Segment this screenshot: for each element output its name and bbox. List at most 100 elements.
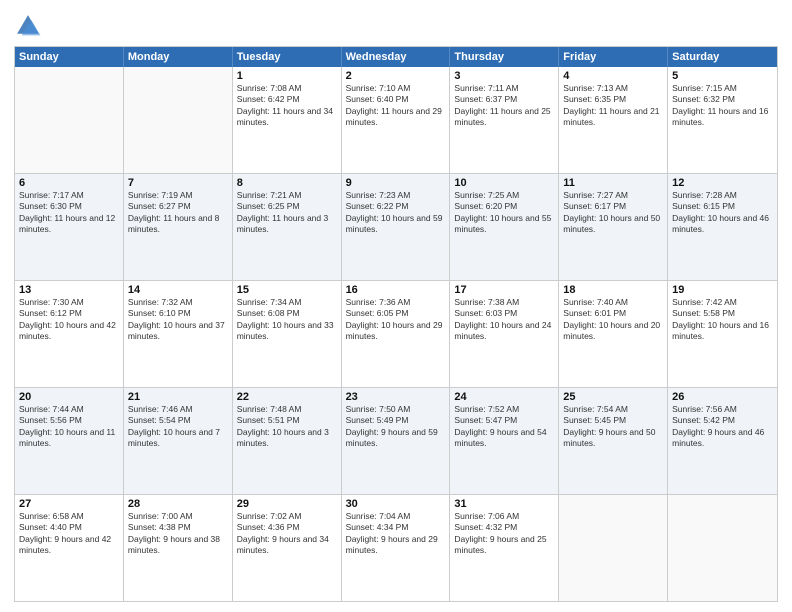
cal-header-day: Sunday	[15, 47, 124, 67]
cal-week-row: 13Sunrise: 7:30 AM Sunset: 6:12 PM Dayli…	[15, 280, 777, 387]
day-number: 8	[237, 177, 337, 189]
cell-info: Sunrise: 7:08 AM Sunset: 6:42 PM Dayligh…	[237, 83, 337, 129]
cal-cell: 12Sunrise: 7:28 AM Sunset: 6:15 PM Dayli…	[668, 174, 777, 280]
cal-header-day: Tuesday	[233, 47, 342, 67]
calendar-body: 1Sunrise: 7:08 AM Sunset: 6:42 PM Daylig…	[15, 67, 777, 601]
day-number: 12	[672, 177, 773, 189]
cal-cell: 3Sunrise: 7:11 AM Sunset: 6:37 PM Daylig…	[450, 67, 559, 173]
cell-info: Sunrise: 7:36 AM Sunset: 6:05 PM Dayligh…	[346, 297, 446, 343]
cell-info: Sunrise: 7:15 AM Sunset: 6:32 PM Dayligh…	[672, 83, 773, 129]
cell-info: Sunrise: 7:52 AM Sunset: 5:47 PM Dayligh…	[454, 404, 554, 450]
day-number: 26	[672, 391, 773, 403]
day-number: 30	[346, 498, 446, 510]
cal-cell: 24Sunrise: 7:52 AM Sunset: 5:47 PM Dayli…	[450, 388, 559, 494]
cal-header-day: Friday	[559, 47, 668, 67]
day-number: 16	[346, 284, 446, 296]
cal-cell: 4Sunrise: 7:13 AM Sunset: 6:35 PM Daylig…	[559, 67, 668, 173]
day-number: 3	[454, 70, 554, 82]
cell-info: Sunrise: 7:32 AM Sunset: 6:10 PM Dayligh…	[128, 297, 228, 343]
cal-cell-empty	[559, 495, 668, 601]
cell-info: Sunrise: 7:02 AM Sunset: 4:36 PM Dayligh…	[237, 511, 337, 557]
day-number: 25	[563, 391, 663, 403]
cell-info: Sunrise: 7:50 AM Sunset: 5:49 PM Dayligh…	[346, 404, 446, 450]
cell-info: Sunrise: 7:21 AM Sunset: 6:25 PM Dayligh…	[237, 190, 337, 236]
cal-cell: 23Sunrise: 7:50 AM Sunset: 5:49 PM Dayli…	[342, 388, 451, 494]
cell-info: Sunrise: 7:56 AM Sunset: 5:42 PM Dayligh…	[672, 404, 773, 450]
day-number: 20	[19, 391, 119, 403]
cal-cell-empty	[124, 67, 233, 173]
header	[14, 12, 778, 40]
cell-info: Sunrise: 7:11 AM Sunset: 6:37 PM Dayligh…	[454, 83, 554, 129]
cal-header-day: Saturday	[668, 47, 777, 67]
logo	[14, 12, 46, 40]
day-number: 11	[563, 177, 663, 189]
day-number: 18	[563, 284, 663, 296]
cal-week-row: 20Sunrise: 7:44 AM Sunset: 5:56 PM Dayli…	[15, 387, 777, 494]
cal-cell-empty	[668, 495, 777, 601]
cell-info: Sunrise: 6:58 AM Sunset: 4:40 PM Dayligh…	[19, 511, 119, 557]
cell-info: Sunrise: 7:40 AM Sunset: 6:01 PM Dayligh…	[563, 297, 663, 343]
cal-cell: 25Sunrise: 7:54 AM Sunset: 5:45 PM Dayli…	[559, 388, 668, 494]
cell-info: Sunrise: 7:34 AM Sunset: 6:08 PM Dayligh…	[237, 297, 337, 343]
logo-icon	[14, 12, 42, 40]
day-number: 17	[454, 284, 554, 296]
cal-cell: 28Sunrise: 7:00 AM Sunset: 4:38 PM Dayli…	[124, 495, 233, 601]
day-number: 1	[237, 70, 337, 82]
day-number: 29	[237, 498, 337, 510]
cal-cell: 17Sunrise: 7:38 AM Sunset: 6:03 PM Dayli…	[450, 281, 559, 387]
cell-info: Sunrise: 7:17 AM Sunset: 6:30 PM Dayligh…	[19, 190, 119, 236]
day-number: 31	[454, 498, 554, 510]
cell-info: Sunrise: 7:54 AM Sunset: 5:45 PM Dayligh…	[563, 404, 663, 450]
day-number: 28	[128, 498, 228, 510]
cal-cell: 16Sunrise: 7:36 AM Sunset: 6:05 PM Dayli…	[342, 281, 451, 387]
cal-cell: 2Sunrise: 7:10 AM Sunset: 6:40 PM Daylig…	[342, 67, 451, 173]
cal-header-day: Monday	[124, 47, 233, 67]
cell-info: Sunrise: 7:10 AM Sunset: 6:40 PM Dayligh…	[346, 83, 446, 129]
cell-info: Sunrise: 7:27 AM Sunset: 6:17 PM Dayligh…	[563, 190, 663, 236]
cell-info: Sunrise: 7:44 AM Sunset: 5:56 PM Dayligh…	[19, 404, 119, 450]
cal-cell: 9Sunrise: 7:23 AM Sunset: 6:22 PM Daylig…	[342, 174, 451, 280]
cal-cell-empty	[15, 67, 124, 173]
cal-cell: 10Sunrise: 7:25 AM Sunset: 6:20 PM Dayli…	[450, 174, 559, 280]
day-number: 19	[672, 284, 773, 296]
cal-cell: 6Sunrise: 7:17 AM Sunset: 6:30 PM Daylig…	[15, 174, 124, 280]
cal-header-day: Wednesday	[342, 47, 451, 67]
cell-info: Sunrise: 7:48 AM Sunset: 5:51 PM Dayligh…	[237, 404, 337, 450]
cal-week-row: 27Sunrise: 6:58 AM Sunset: 4:40 PM Dayli…	[15, 494, 777, 601]
cal-cell: 31Sunrise: 7:06 AM Sunset: 4:32 PM Dayli…	[450, 495, 559, 601]
day-number: 23	[346, 391, 446, 403]
cal-cell: 22Sunrise: 7:48 AM Sunset: 5:51 PM Dayli…	[233, 388, 342, 494]
cell-info: Sunrise: 7:42 AM Sunset: 5:58 PM Dayligh…	[672, 297, 773, 343]
cell-info: Sunrise: 7:28 AM Sunset: 6:15 PM Dayligh…	[672, 190, 773, 236]
cell-info: Sunrise: 7:13 AM Sunset: 6:35 PM Dayligh…	[563, 83, 663, 129]
day-number: 4	[563, 70, 663, 82]
cal-cell: 5Sunrise: 7:15 AM Sunset: 6:32 PM Daylig…	[668, 67, 777, 173]
day-number: 7	[128, 177, 228, 189]
cal-cell: 26Sunrise: 7:56 AM Sunset: 5:42 PM Dayli…	[668, 388, 777, 494]
cal-cell: 8Sunrise: 7:21 AM Sunset: 6:25 PM Daylig…	[233, 174, 342, 280]
cal-cell: 7Sunrise: 7:19 AM Sunset: 6:27 PM Daylig…	[124, 174, 233, 280]
day-number: 5	[672, 70, 773, 82]
cal-week-row: 6Sunrise: 7:17 AM Sunset: 6:30 PM Daylig…	[15, 173, 777, 280]
cal-cell: 14Sunrise: 7:32 AM Sunset: 6:10 PM Dayli…	[124, 281, 233, 387]
day-number: 15	[237, 284, 337, 296]
day-number: 13	[19, 284, 119, 296]
cell-info: Sunrise: 7:38 AM Sunset: 6:03 PM Dayligh…	[454, 297, 554, 343]
cal-cell: 27Sunrise: 6:58 AM Sunset: 4:40 PM Dayli…	[15, 495, 124, 601]
cal-cell: 11Sunrise: 7:27 AM Sunset: 6:17 PM Dayli…	[559, 174, 668, 280]
cal-cell: 1Sunrise: 7:08 AM Sunset: 6:42 PM Daylig…	[233, 67, 342, 173]
cell-info: Sunrise: 7:46 AM Sunset: 5:54 PM Dayligh…	[128, 404, 228, 450]
day-number: 14	[128, 284, 228, 296]
day-number: 24	[454, 391, 554, 403]
cal-cell: 15Sunrise: 7:34 AM Sunset: 6:08 PM Dayli…	[233, 281, 342, 387]
day-number: 21	[128, 391, 228, 403]
cell-info: Sunrise: 7:00 AM Sunset: 4:38 PM Dayligh…	[128, 511, 228, 557]
calendar-header: SundayMondayTuesdayWednesdayThursdayFrid…	[15, 47, 777, 67]
day-number: 9	[346, 177, 446, 189]
cell-info: Sunrise: 7:30 AM Sunset: 6:12 PM Dayligh…	[19, 297, 119, 343]
cal-week-row: 1Sunrise: 7:08 AM Sunset: 6:42 PM Daylig…	[15, 67, 777, 173]
cell-info: Sunrise: 7:25 AM Sunset: 6:20 PM Dayligh…	[454, 190, 554, 236]
cal-cell: 18Sunrise: 7:40 AM Sunset: 6:01 PM Dayli…	[559, 281, 668, 387]
cell-info: Sunrise: 7:06 AM Sunset: 4:32 PM Dayligh…	[454, 511, 554, 557]
cell-info: Sunrise: 7:23 AM Sunset: 6:22 PM Dayligh…	[346, 190, 446, 236]
